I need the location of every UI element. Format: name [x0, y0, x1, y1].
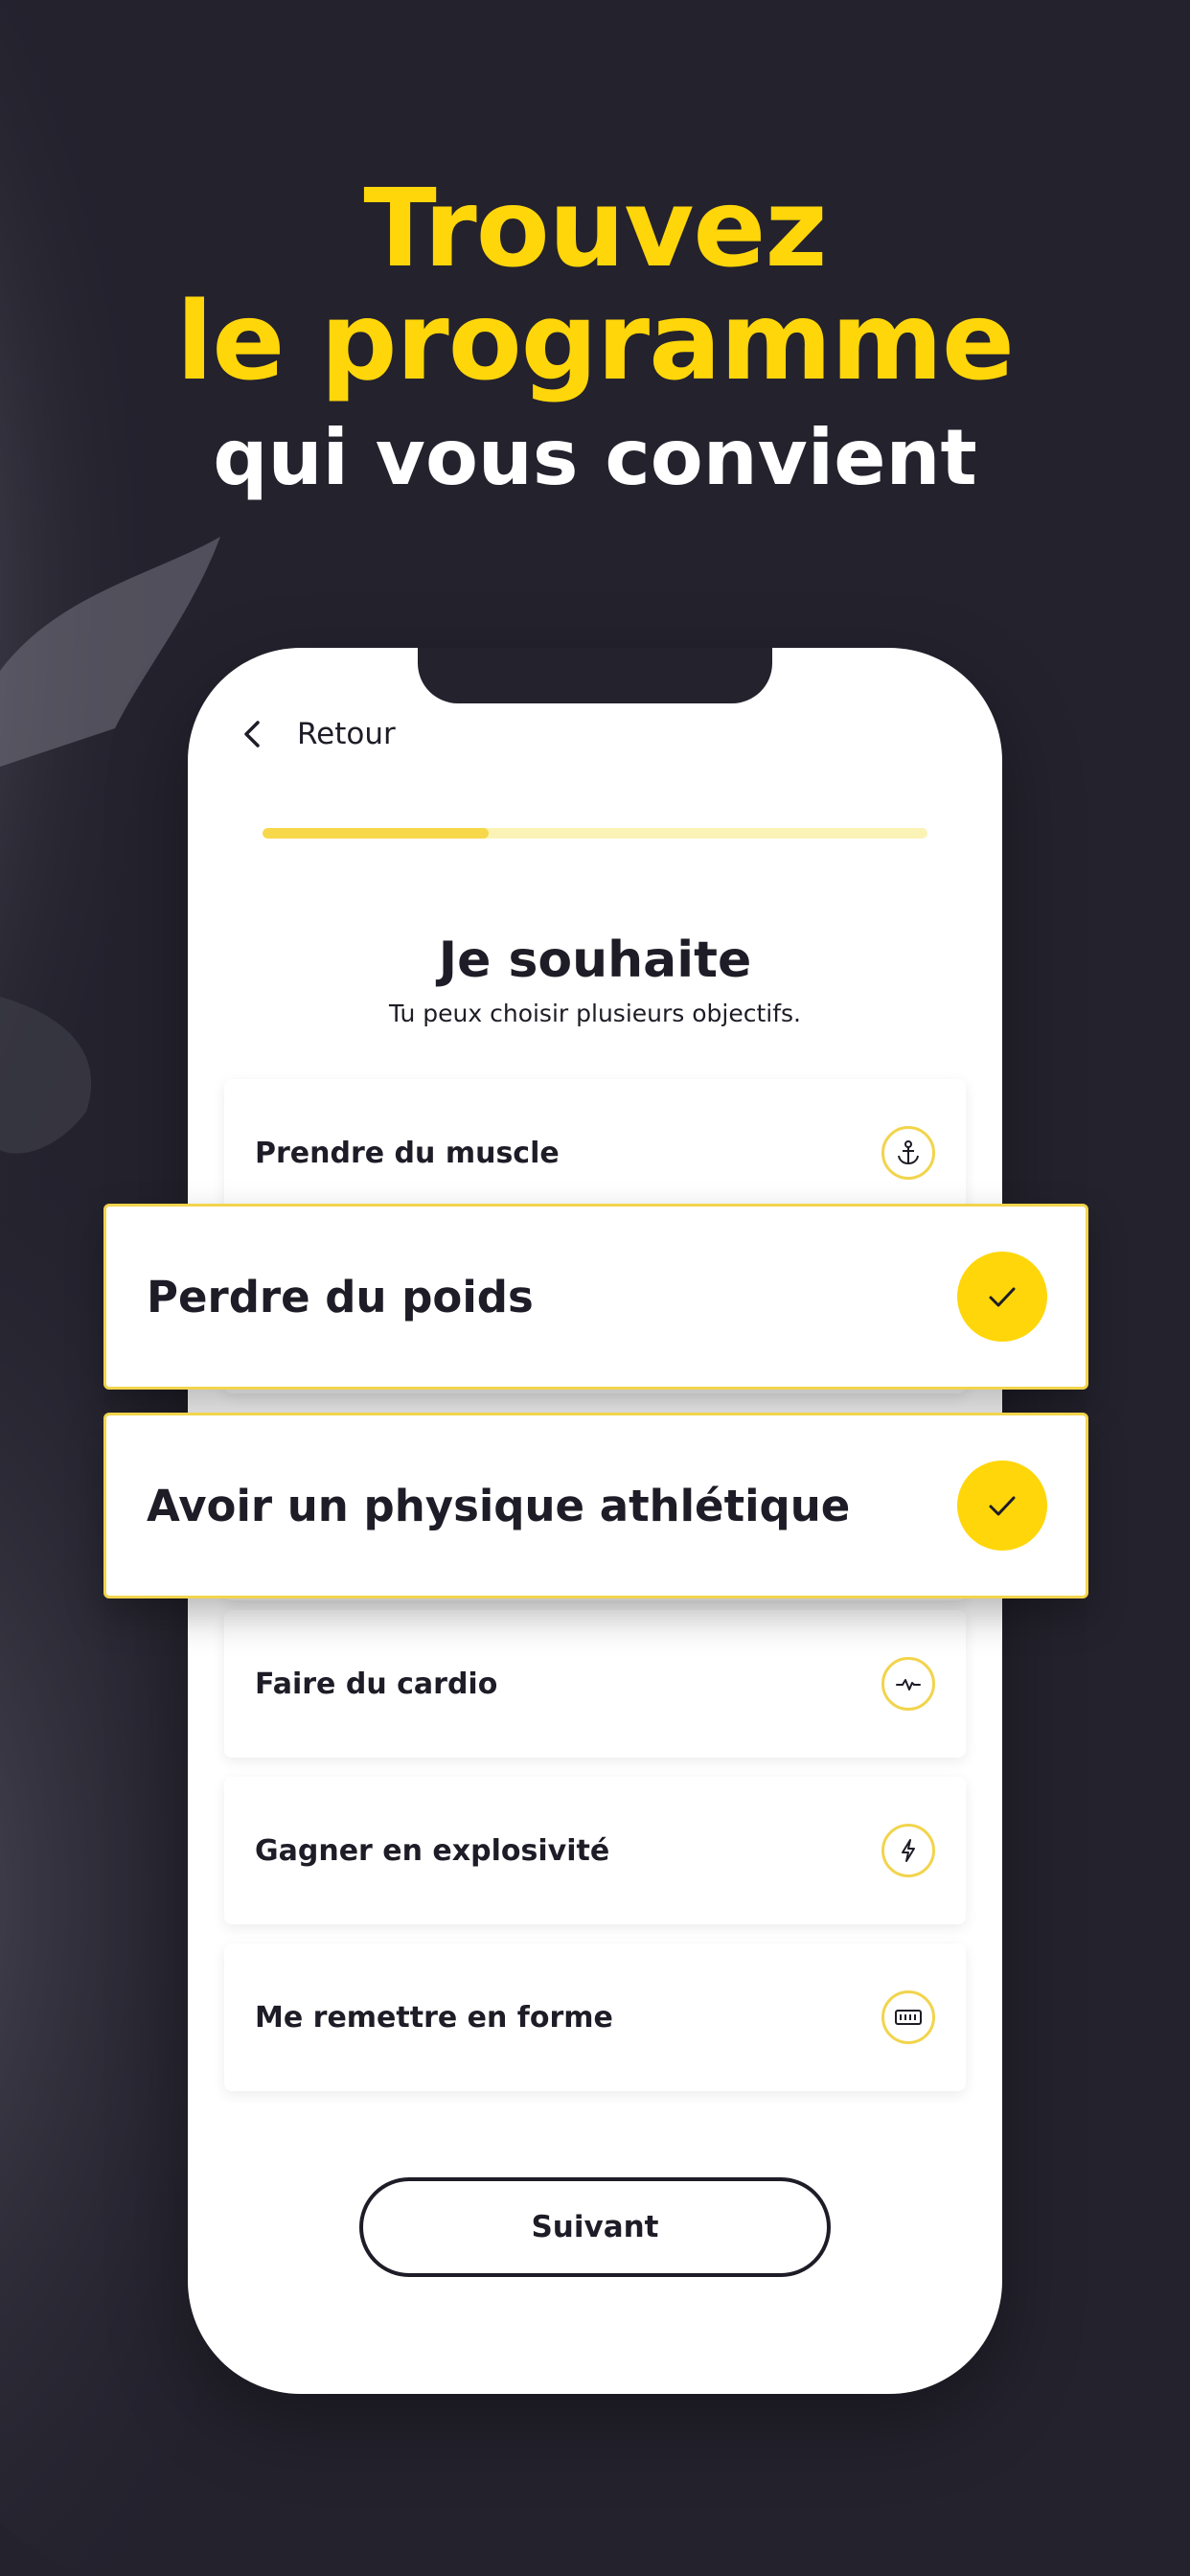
headline-line-1: Trouvez	[363, 167, 827, 291]
option-gagner-en-explosivite[interactable]: Gagner en explosivité	[224, 1777, 966, 1924]
check-icon	[957, 1252, 1047, 1342]
back-button[interactable]: Retour	[232, 705, 396, 763]
option-label: Gagner en explosivité	[255, 1833, 610, 1868]
phone-notch	[418, 648, 772, 703]
option-me-remettre-en-forme[interactable]: Me remettre en forme	[224, 1944, 966, 2091]
page-subtitle: Tu peux choisir plusieurs objectifs.	[389, 1000, 801, 1027]
option-label: Perdre du poids	[147, 1271, 534, 1322]
headline: Trouvez le programme qui vous convient	[0, 172, 1190, 504]
back-label: Retour	[297, 717, 396, 751]
lightning-icon	[881, 1824, 935, 1877]
option-avoir-un-physique-athletique[interactable]: Avoir un physique athlétique	[103, 1413, 1088, 1598]
heartbeat-icon	[881, 1657, 935, 1711]
option-label: Avoir un physique athlétique	[147, 1480, 851, 1531]
option-perdre-du-poids[interactable]: Perdre du poids	[103, 1204, 1088, 1390]
headline-line-2: le programme	[175, 280, 1015, 404]
chevron-left-icon	[244, 721, 260, 748]
battery-icon	[881, 1990, 935, 2044]
option-faire-du-cardio[interactable]: Faire du cardio	[224, 1610, 966, 1758]
option-label: Faire du cardio	[255, 1667, 498, 1701]
headline-line-3: qui vous convient	[213, 413, 977, 502]
next-button[interactable]: Suivant	[359, 2177, 831, 2277]
progress-fill	[263, 828, 489, 839]
anchor-icon	[881, 1126, 935, 1180]
option-label: Me remettre en forme	[255, 2000, 613, 2035]
check-icon	[957, 1460, 1047, 1551]
page-title: Je souhaite	[438, 932, 752, 989]
progress-bar	[263, 828, 927, 839]
option-label: Prendre du muscle	[255, 1136, 560, 1170]
